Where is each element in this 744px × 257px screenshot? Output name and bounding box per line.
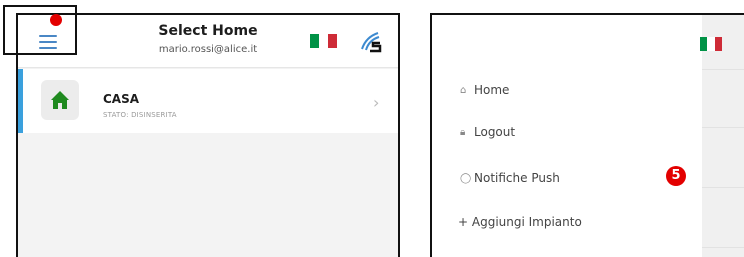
divider [702, 127, 744, 128]
home-card-casa[interactable]: CASA STATO: DISINSERITA › [18, 69, 398, 133]
chevron-right-icon: › [373, 93, 380, 112]
annotation-dot [50, 14, 62, 26]
menu-button-highlight [3, 5, 77, 55]
house-icon-tile [41, 80, 79, 120]
menu-item-label: + Aggiungi Impianto [458, 215, 582, 229]
home-status: STATO: DISINSERITA [103, 111, 177, 119]
menu-item-push-notifications[interactable]: ◯ Notifiche Push [460, 171, 560, 185]
divider [702, 69, 744, 70]
divider [702, 187, 744, 188]
italian-flag-icon[interactable] [310, 34, 337, 48]
menu-item-label: Notifiche Push [474, 171, 560, 185]
home-icon: ⌂ [460, 84, 467, 96]
menu-item-label: Logout [474, 125, 516, 139]
menu-item-home[interactable]: ⌂ Home [460, 83, 509, 97]
house-icon [51, 91, 69, 109]
home-name: CASA [103, 92, 140, 106]
lock-icon: 🔒︎ [460, 126, 466, 138]
dimmed-background[interactable] [702, 15, 744, 257]
menu-item-label: Home [474, 83, 510, 97]
side-menu-screen: ⌂ Home 🔒︎ Logout ◯ Notifiche Push + Aggi… [430, 13, 744, 257]
menu-item-add-system[interactable]: + Aggiungi Impianto [458, 215, 582, 229]
menu-item-logout[interactable]: 🔒︎ Logout [460, 125, 515, 139]
brand-logo-icon [361, 32, 382, 53]
chat-bubble-icon: ◯ [460, 172, 472, 184]
divider [702, 247, 744, 248]
italian-flag-icon [700, 37, 722, 51]
step-number-badge: 5 [666, 166, 686, 186]
